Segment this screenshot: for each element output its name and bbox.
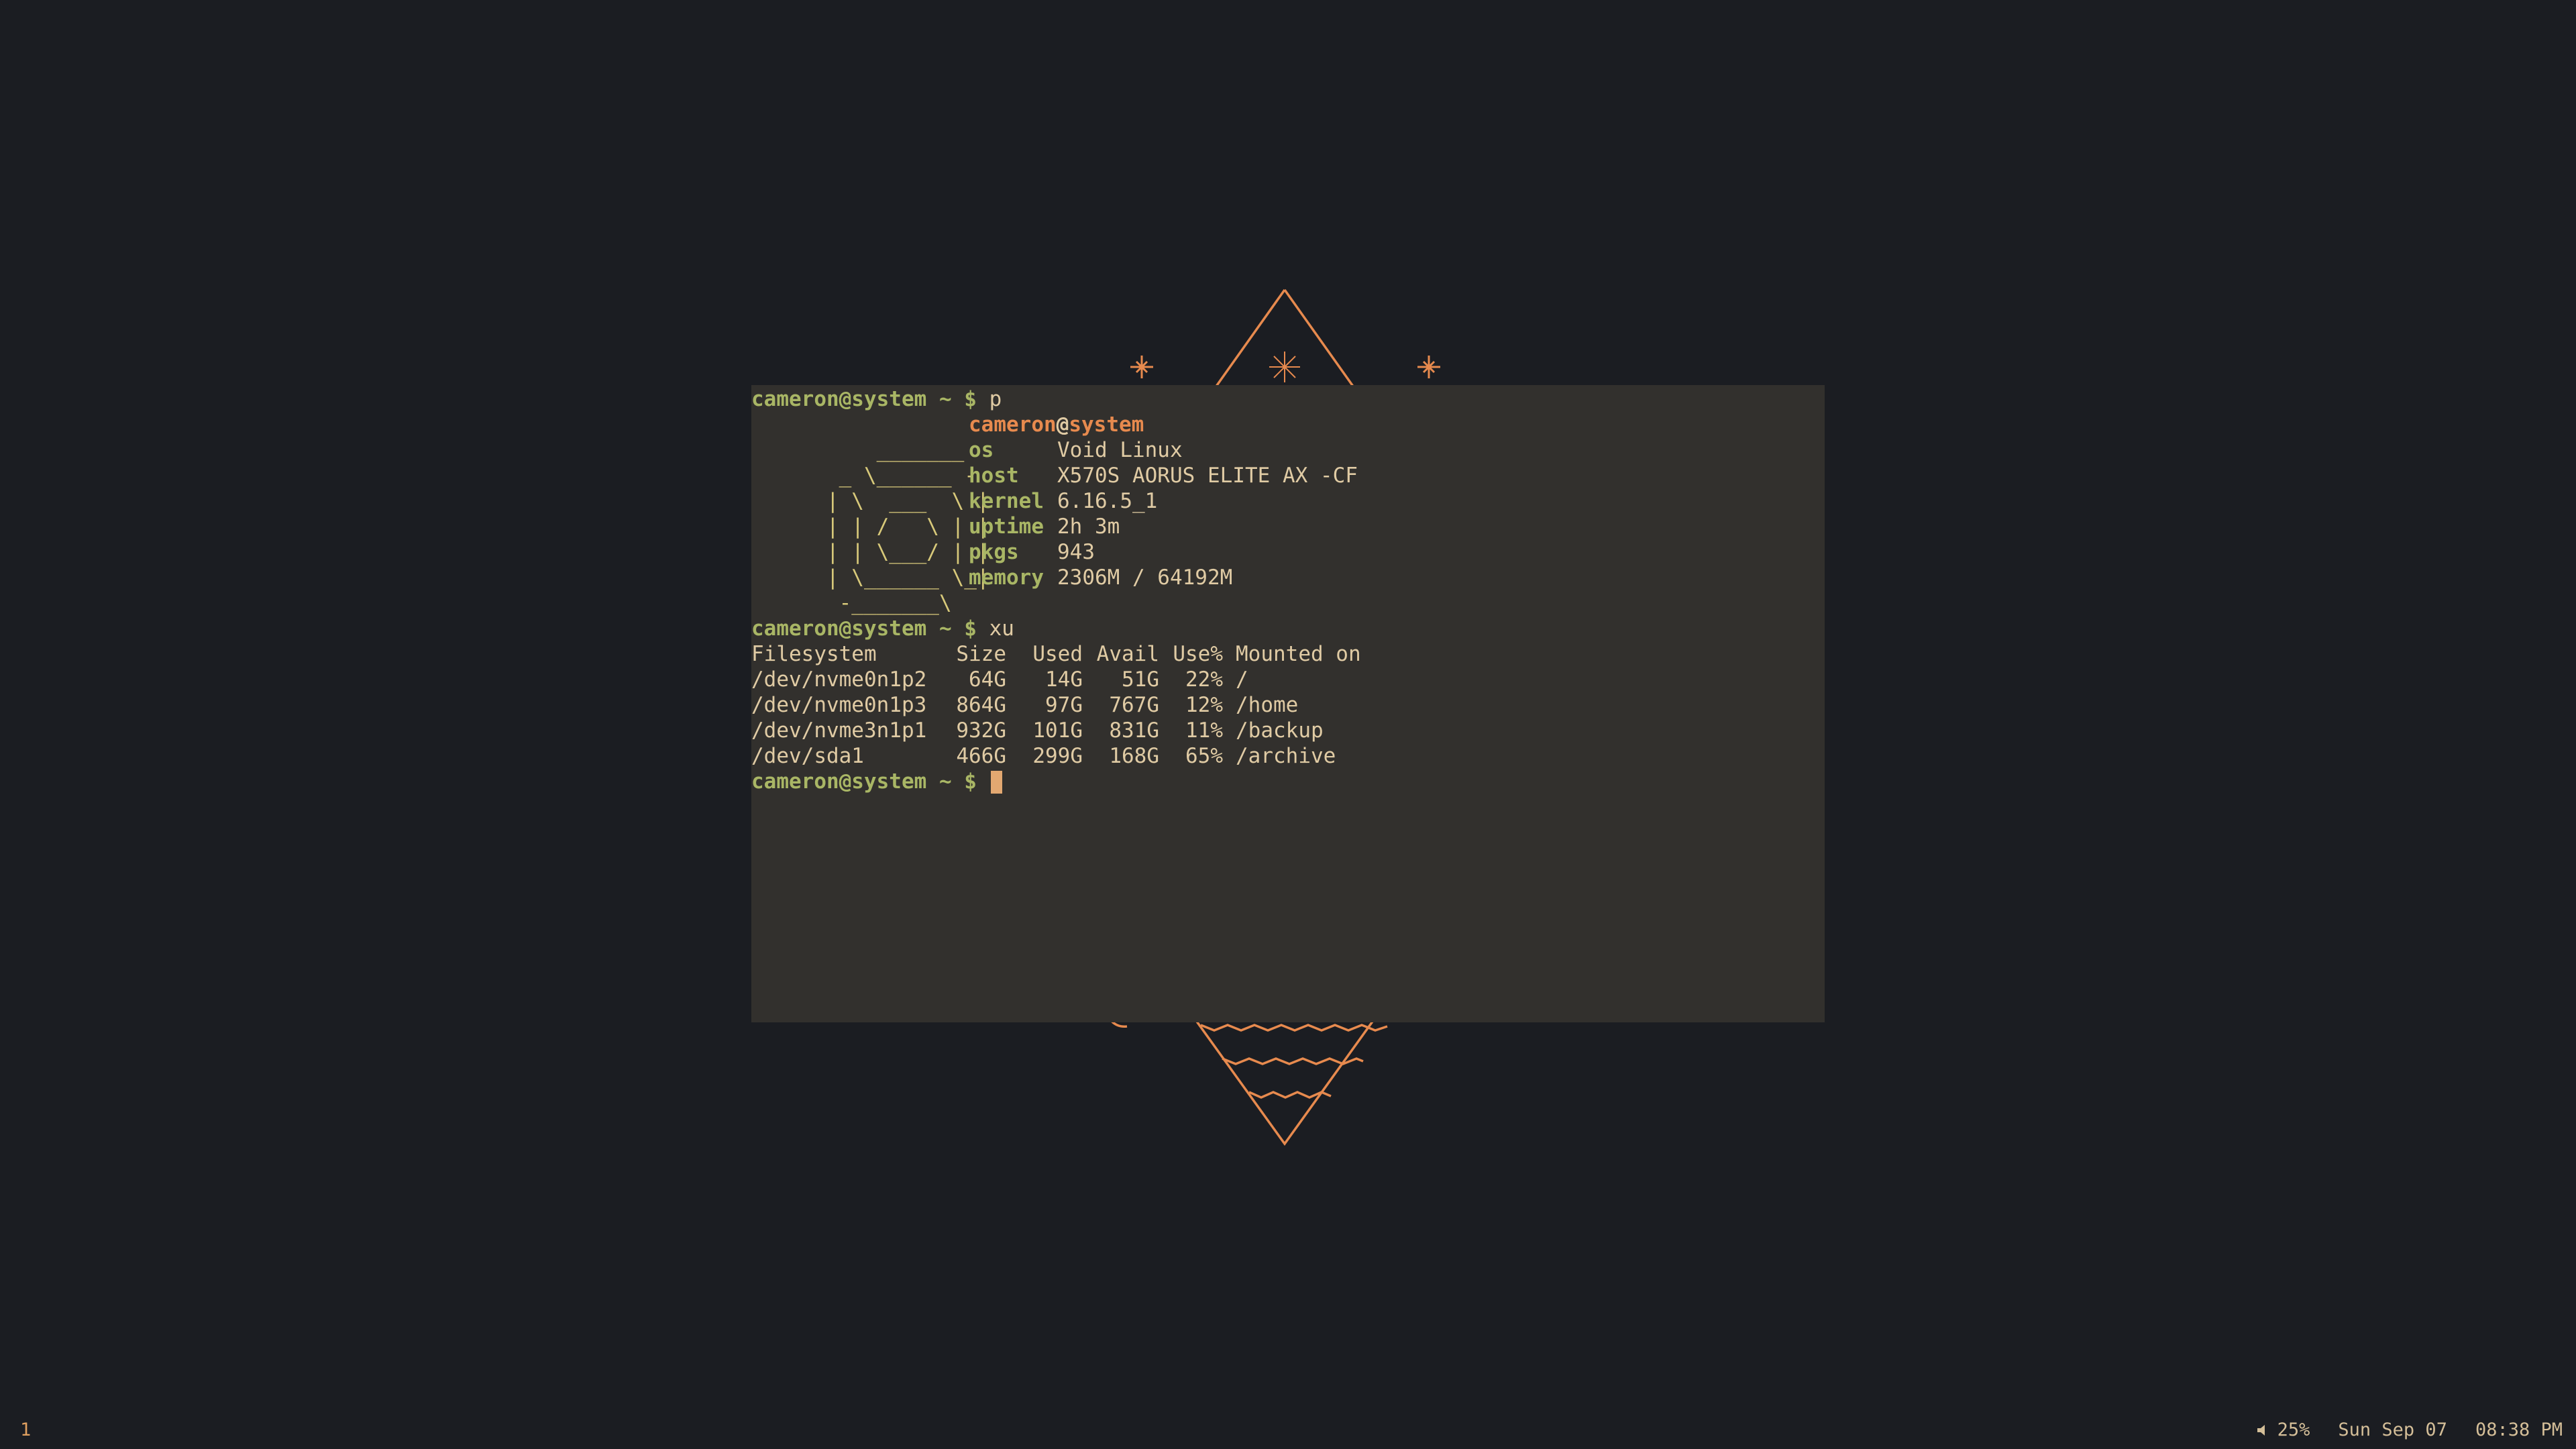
df-cell: 11% [1185,718,1223,743]
df-header-cell: Size [956,642,1006,666]
fetch-value: 2h 3m [1057,515,1120,539]
prompt-user-host: cameron@system [751,616,927,641]
wallpaper-waves [1200,1024,1388,1099]
df-cell: 932G [956,718,1006,743]
wallpaper-star-right [1417,356,1440,378]
df-cell: /dev/sda1 [751,744,864,768]
command-text: xu [989,616,1014,641]
text-cursor [990,771,1002,794]
df-cell: /home [1236,693,1299,717]
fetch-line: | | / \ | | kernel 6.16.5_1 [751,488,1825,539]
prompt-user-host: cameron@system [751,387,927,411]
df-cell: /backup [1236,718,1324,743]
fetch-key: host [969,464,1019,488]
df-row: /dev/nvme0n1p3 864G 97G 767G 12% /home [751,692,1825,718]
fetch-key: pkgs [969,540,1019,564]
prompt-path: ~ $ [926,769,989,794]
fetch-line: -_______\ memory 2306M / 64192M [751,565,1825,615]
prompt-line: cameron@system ~ $ xu [751,616,1825,641]
wallpaper-star-left [1130,356,1153,378]
df-cell: /dev/nvme3n1p1 [751,718,927,743]
df-cell: 22% [1185,667,1223,692]
fetch-title-host: system [1069,413,1144,437]
prompt-line: cameron@system ~ $ p [751,386,1825,412]
fetch-value: 2306M / 64192M [1057,566,1233,590]
fetch-key: os [969,438,994,462]
df-cell: 767G [1109,693,1159,717]
workspace-indicator[interactable]: 1 [20,1419,31,1440]
speaker-icon [2257,1424,2265,1436]
df-cell: 65% [1185,744,1223,768]
df-header-cell: Used [1032,642,1083,666]
df-row: /dev/nvme0n1p2 64G 14G 51G 22% / [751,667,1825,692]
df-cell: /dev/nvme0n1p3 [751,693,927,717]
fetch-value: X570S AORUS ELITE AX -CF [1057,464,1358,488]
date-label: Sun Sep 07 [2338,1419,2447,1440]
df-row: /dev/sda1 466G 299G 168G 65% /archive [751,743,1825,769]
df-cell: / [1236,667,1248,692]
df-header: Filesystem Size Used Avail Use% Mounted on [751,641,1825,667]
df-cell: 12% [1185,693,1223,717]
df-cell: 51G [1122,667,1159,692]
df-cell: 64G [969,667,1006,692]
prompt-path: ~ $ [926,387,989,411]
fetch-title-user: cameron [969,413,1057,437]
fetch-line: | \ ___ \ | host X570S AORUS ELITE AX -CF [751,463,1825,513]
df-header-cell: Use% [1173,642,1223,666]
volume-level: 25% [2277,1419,2310,1440]
df-cell: 864G [956,693,1006,717]
terminal-window[interactable]: cameron@system ~ $ p _______ cameron@sys… [751,385,1825,1022]
df-cell: 101G [1032,718,1083,743]
fetch-key: kernel [969,489,1044,513]
df-cell: 831G [1109,718,1159,743]
df-header-cell: Mounted on [1236,642,1361,666]
wallpaper-star-center [1269,352,1300,382]
volume-widget[interactable]: 25% [2256,1419,2310,1440]
status-bar: 1 25% Sun Sep 07 08:38 PM [0,1409,2576,1449]
wallpaper-triangle-bottom [1194,1018,1375,1146]
fetch-value: Void Linux [1057,438,1183,462]
system-tray: 25% Sun Sep 07 08:38 PM [2256,1419,2563,1440]
df-cell: 168G [1109,744,1159,768]
fetch-line: | | \___/ | | uptime 2h 3m [751,514,1825,564]
fetch-line: _______ cameron@system [751,412,1825,462]
prompt-path: ~ $ [926,616,989,641]
prompt-line-active[interactable]: cameron@system ~ $ [751,769,1825,794]
fetch-line: _ \______ - os Void Linux [751,437,1825,488]
fetch-value: 943 [1057,540,1095,564]
clock-label: 08:38 PM [2475,1419,2563,1440]
df-cell: 97G [1045,693,1083,717]
fetch-key: uptime [969,515,1044,539]
fetch-value: 6.16.5_1 [1057,489,1158,513]
command-text: p [989,387,1002,411]
desktop: cameron@system ~ $ p _______ cameron@sys… [0,0,2576,1449]
fetch-key: memory [969,566,1044,590]
df-header-cell: Avail [1096,642,1159,666]
prompt-user-host: cameron@system [751,769,927,794]
fetch-title-at: @ [1056,413,1069,437]
df-cell: 14G [1045,667,1083,692]
fetch-line: | \______ \_| pkgs 943 [751,539,1825,590]
df-row: /dev/nvme3n1p1 932G 101G 831G 11% /backup [751,718,1825,743]
df-cell: /archive [1236,744,1336,768]
df-cell: /dev/nvme0n1p2 [751,667,927,692]
df-cell: 299G [1032,744,1083,768]
df-cell: 466G [956,744,1006,768]
